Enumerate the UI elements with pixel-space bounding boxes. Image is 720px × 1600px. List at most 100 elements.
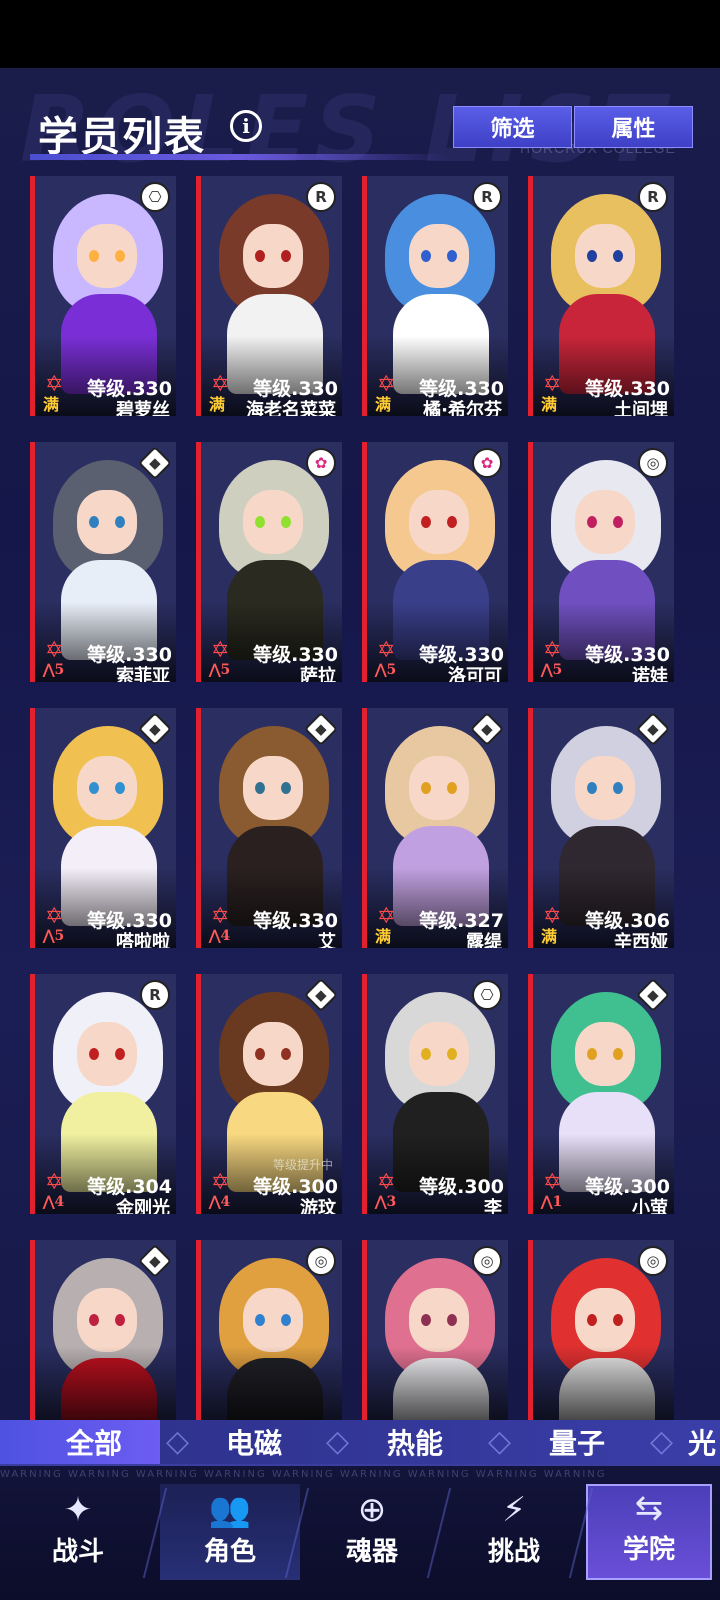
element-badge-R-icon: R — [472, 182, 502, 212]
star-icon: ✡ — [377, 1170, 396, 1195]
portrait-eye — [115, 1314, 125, 1326]
attribute-button[interactable]: 属性 — [574, 106, 693, 148]
character-card[interactable]: ◎ — [362, 1240, 508, 1426]
portrait-eye — [421, 1314, 431, 1326]
portrait-eye — [613, 782, 623, 794]
character-card[interactable]: ✿ ✡ 等级.330 ⋀5 洛可可 — [362, 442, 508, 682]
rank-value: 5 — [54, 662, 65, 678]
rank-mark: 满 — [209, 395, 226, 414]
portrait-face — [77, 1022, 137, 1086]
roles-icon: 👥 — [208, 1490, 252, 1530]
rank-value: 5 — [386, 662, 397, 678]
character-card[interactable]: ◆ ✡ 等级.327 满露缇 — [362, 708, 508, 948]
tab-element[interactable]: 全部 — [0, 1420, 160, 1464]
rank-mark: ⋀5 — [43, 663, 64, 677]
portrait-eye — [281, 782, 291, 794]
info-icon[interactable]: i — [230, 110, 262, 142]
nav-item[interactable]: 👥 角色 — [160, 1484, 300, 1580]
warning-strip: WARNING WARNING WARNING WARNING WARNING … — [0, 1469, 607, 1480]
tab-element[interactable]: ◇ 热能 — [320, 1420, 482, 1464]
light-icon: ◇ — [650, 1424, 674, 1459]
header: 学员列表 i 筛选 属性 — [0, 96, 720, 160]
character-card[interactable]: R ✡ 等级.304 ⋀4 金刚光 — [30, 974, 176, 1214]
character-card[interactable]: ⎔ ✡ 等级.330 满碧萝丝 — [30, 176, 176, 416]
element-badge-R-icon: R — [306, 182, 336, 212]
nav-label: 战斗 — [51, 1537, 104, 1567]
portrait-eye — [613, 1314, 623, 1326]
horcrux-icon: ⊕ — [357, 1490, 387, 1530]
rank-mark: ⋀5 — [541, 663, 562, 677]
nav-item[interactable]: ✦ 战斗 — [8, 1484, 148, 1580]
element-badge-swirl-icon: ◎ — [472, 1246, 502, 1276]
star-icon: ✡ — [211, 372, 230, 397]
rank-mark: 满 — [375, 395, 392, 414]
rank-mark: 满 — [43, 395, 60, 414]
portrait-eye — [587, 250, 597, 262]
character-card[interactable]: ◆ ✡ 等级.330 ⋀4 艾 — [196, 708, 342, 948]
character-name: 艾 — [318, 932, 336, 948]
portrait-eye — [587, 1314, 597, 1326]
portrait-eye — [255, 1048, 265, 1060]
rank-chevron-icon: ⋀ — [375, 1194, 387, 1210]
rank-mark: ⋀4 — [209, 1195, 230, 1209]
character-name: 李 — [484, 1198, 502, 1214]
nav-label: 学院 — [622, 1535, 675, 1565]
portrait-eye — [255, 782, 265, 794]
character-name: 诺娃 — [632, 666, 668, 682]
tab-label: 电磁 — [225, 1427, 282, 1460]
portrait-eye — [421, 1048, 431, 1060]
element-badge-gamepad-icon: ⎔ — [140, 182, 170, 212]
character-card[interactable]: ◆ ✡ 等级.330 ⋀5 索菲亚 — [30, 442, 176, 682]
element-badge-swirl-icon: ◎ — [638, 448, 668, 478]
tab-element[interactable]: ◇ 量子 — [482, 1420, 644, 1464]
character-card[interactable]: ◎ ✡ 等级.330 ⋀5 诺娃 — [528, 442, 674, 682]
character-name: 索菲亚 — [116, 666, 170, 682]
character-card[interactable]: ⎔ ✡ 等级.300 ⋀3 李 — [362, 974, 508, 1214]
rank-mark: ⋀5 — [375, 663, 396, 677]
character-card[interactable]: ◆ ✡ 等级.300 ⋀1 小萤 — [528, 974, 674, 1214]
tab-element[interactable]: ◇ 光 — [644, 1420, 720, 1464]
character-card[interactable]: ✿ ✡ 等级.330 ⋀5 萨拉 — [196, 442, 342, 682]
portrait-eye — [613, 250, 623, 262]
portrait-eye — [447, 1314, 457, 1326]
portrait-face — [243, 1288, 303, 1352]
portrait-eye — [115, 1048, 125, 1060]
portrait-face — [409, 490, 469, 554]
thermal-icon: ◇ — [326, 1424, 350, 1459]
electromagnetic-icon: ◇ — [166, 1424, 190, 1459]
portrait-eye — [613, 516, 623, 528]
character-card[interactable]: ◎ — [528, 1240, 674, 1426]
character-card[interactable]: R ✡ 等级.330 满土间埋 — [528, 176, 674, 416]
quantum-icon: ◇ — [488, 1424, 512, 1459]
character-card[interactable]: ◆ — [30, 1240, 176, 1426]
tab-element[interactable]: ◇ 电磁 — [160, 1420, 320, 1464]
tab-label: 光 — [687, 1427, 716, 1460]
portrait-eye — [281, 516, 291, 528]
character-card[interactable]: ◆ ✡ 等级.300 ⋀4 游玟 等级提升中 — [196, 974, 342, 1214]
nav-item[interactable]: ⇆ 学院 — [586, 1484, 712, 1580]
character-name: 海老名菜菜 — [246, 400, 336, 416]
character-card[interactable]: R ✡ 等级.330 满海老名菜菜 — [196, 176, 342, 416]
portrait-eye — [89, 782, 99, 794]
portrait-eye — [115, 782, 125, 794]
portrait-face — [575, 756, 635, 820]
portrait-face — [575, 1022, 635, 1086]
character-name: 萨拉 — [300, 666, 336, 682]
portrait-face — [575, 224, 635, 288]
character-card[interactable]: ◆ ✡ 等级.330 ⋀5 嗒啦啦 — [30, 708, 176, 948]
nav-item[interactable]: ⚡ 挑战 — [444, 1484, 584, 1580]
filter-button[interactable]: 筛选 — [453, 106, 572, 148]
star-icon: ✡ — [45, 638, 64, 663]
character-name: 游玟 — [300, 1198, 336, 1214]
rank-value: 3 — [386, 1194, 397, 1210]
character-card[interactable]: ◆ ✡ 等级.306 满辛西娅 — [528, 708, 674, 948]
portrait-eye — [89, 1048, 99, 1060]
nav-item[interactable]: ⊕ 魂器 — [302, 1484, 442, 1580]
character-card[interactable]: ◎ — [196, 1240, 342, 1426]
rank-mark: ⋀5 — [43, 929, 64, 943]
portrait-face — [575, 1288, 635, 1352]
character-card[interactable]: R ✡ 等级.330 满橘·希尔芬 — [362, 176, 508, 416]
card-shade — [35, 1346, 176, 1426]
rank-mark: ⋀5 — [209, 663, 230, 677]
portrait-face — [77, 756, 137, 820]
